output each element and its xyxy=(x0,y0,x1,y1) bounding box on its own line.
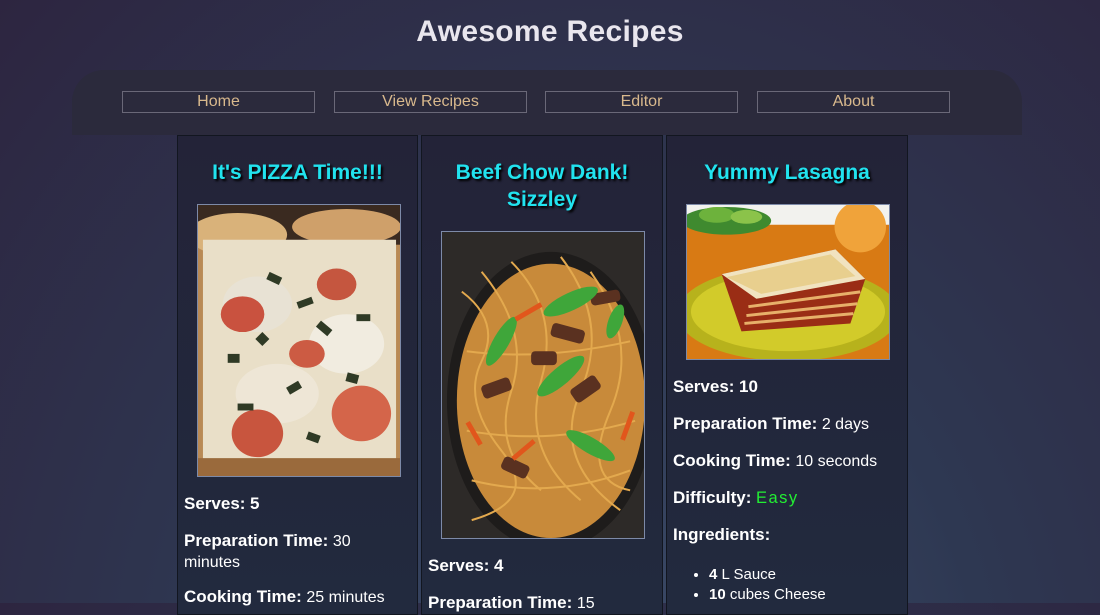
prep-time-value: 2 days xyxy=(821,416,869,433)
difficulty-value: Easy xyxy=(755,489,799,507)
cook-time-value: 10 seconds xyxy=(795,453,878,470)
ingredient-name: L Sauce xyxy=(721,566,777,583)
prep-time-row: Preparation Time: 30 minutes xyxy=(184,531,399,573)
serves-label: Serves: xyxy=(184,494,246,513)
prep-time-row: Preparation Time: 2 days xyxy=(673,414,869,435)
serves-value: 4 xyxy=(494,556,504,575)
beef-chow-image xyxy=(441,231,645,539)
ingredients-heading: Ingredients: xyxy=(673,525,770,545)
cook-time-label: Cooking Time: xyxy=(673,451,791,470)
recipe-title[interactable]: Yummy Lasagna xyxy=(667,159,907,186)
list-item: 4 L Sauce xyxy=(709,565,826,585)
nav-bar: Home View Recipes Editor About xyxy=(72,70,1022,135)
cook-time-label: Cooking Time: xyxy=(184,587,302,606)
serves-value: 5 xyxy=(250,494,260,513)
ingredient-qty: 4 xyxy=(709,566,718,583)
cook-time-value: 25 minutes xyxy=(306,589,385,606)
list-item: 10 cubes Cheese xyxy=(709,585,826,605)
recipe-card-pizza[interactable]: It's PIZZA Time!!! Serves: 5 Preparation… xyxy=(177,135,418,615)
prep-time-row: Preparation Time: 15 xyxy=(428,593,653,614)
ingredient-name: cubes Cheese xyxy=(729,586,826,603)
nav-view-recipes-button[interactable]: View Recipes xyxy=(334,91,527,113)
serves-row: Serves: 4 xyxy=(428,556,504,576)
cook-time-row: Cooking Time: 25 minutes xyxy=(184,587,414,608)
recipe-title[interactable]: It's PIZZA Time!!! xyxy=(178,159,417,186)
nav-home-button[interactable]: Home xyxy=(122,91,315,113)
serves-value: 10 xyxy=(739,377,758,396)
recipe-card-beef-chow[interactable]: Beef Chow Dank! Sizzley Serves: 4 Prepar… xyxy=(421,135,663,615)
recipe-card-lasagna[interactable]: Yummy Lasagna Serves: 10 Preparation Tim… xyxy=(666,135,908,615)
site-title: Awesome Recipes xyxy=(416,15,684,48)
ingredient-qty: 10 xyxy=(709,586,726,603)
ingredients-label: Ingredients: xyxy=(673,525,771,544)
nav-editor-button[interactable]: Editor xyxy=(545,91,738,113)
serves-row: Serves: 5 xyxy=(184,494,260,514)
lasagna-image xyxy=(686,204,890,360)
serves-label: Serves: xyxy=(673,377,735,396)
recipe-title[interactable]: Beef Chow Dank! Sizzley xyxy=(422,159,662,213)
prep-time-label: Preparation Time: xyxy=(184,531,329,550)
ingredients-list: 4 L Sauce 10 cubes Cheese xyxy=(689,565,826,605)
nav-about-button[interactable]: About xyxy=(757,91,950,113)
prep-time-label: Preparation Time: xyxy=(673,414,818,433)
pizza-image xyxy=(197,204,401,477)
difficulty-label: Difficulty: xyxy=(673,488,752,507)
serves-row: Serves: 10 xyxy=(673,377,758,397)
cook-time-row: Cooking Time: 10 seconds xyxy=(673,451,877,472)
prep-time-value: 15 xyxy=(576,595,595,612)
serves-label: Serves: xyxy=(428,556,490,575)
difficulty-row: Difficulty: Easy xyxy=(673,488,799,508)
